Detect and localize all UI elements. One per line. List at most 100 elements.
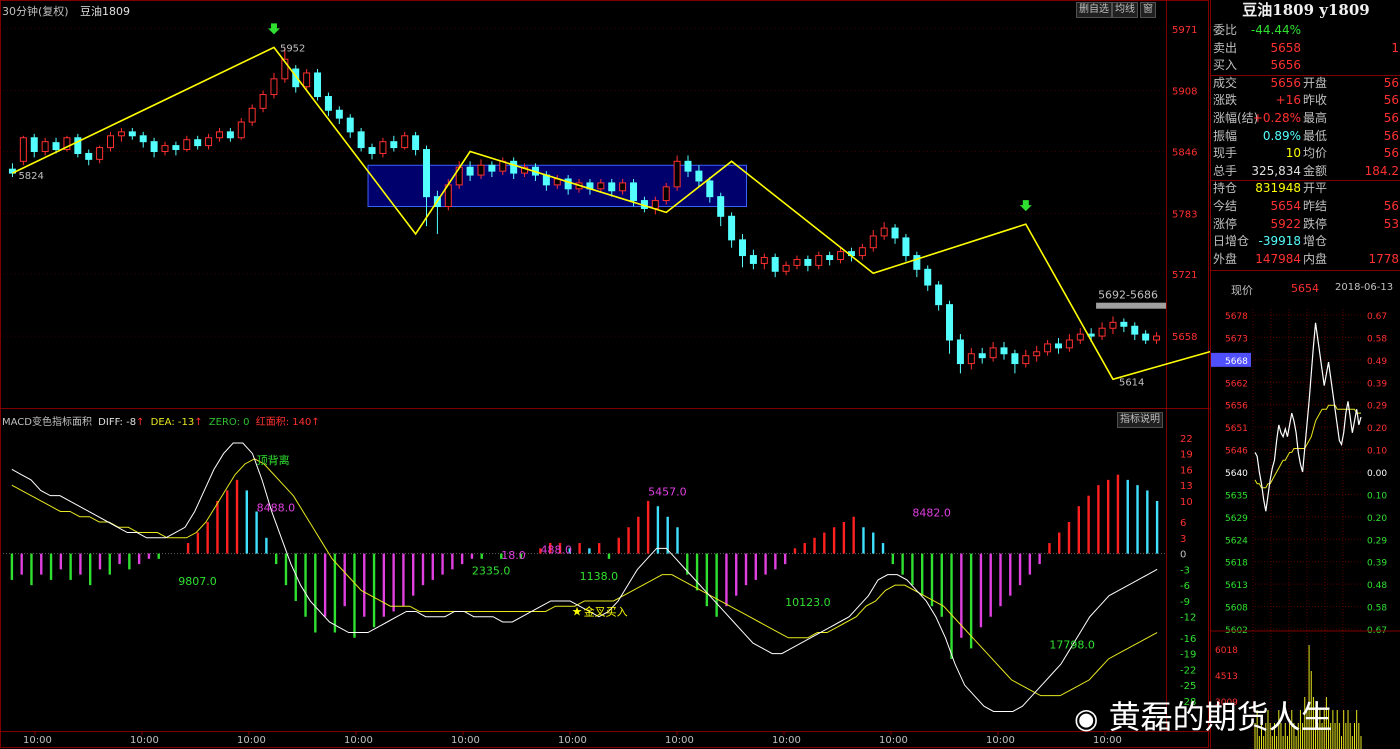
quote-field-value: 5658 [1270, 40, 1301, 55]
moving-average-button[interactable]: 均线 [1112, 2, 1138, 18]
candle [74, 133, 82, 158]
candle-body [891, 227, 899, 239]
candle-body [924, 268, 932, 286]
candle [913, 251, 921, 278]
candle-body [237, 121, 245, 139]
candle [150, 137, 158, 158]
candle [749, 249, 757, 270]
quote-field-value: 5656 [1270, 75, 1301, 90]
candle [324, 92, 332, 117]
swing-value-label: 5824 [18, 171, 43, 182]
candle-body [902, 237, 910, 257]
quote-field-label: 委比 [1213, 23, 1238, 37]
macd-tick-label: -16 [1180, 634, 1196, 645]
macd-tick-label: -22 [1180, 665, 1196, 676]
candle-body [85, 152, 93, 160]
candle-body [673, 160, 681, 188]
mini-right-tick: 0.48 [1367, 581, 1387, 591]
candle [215, 127, 223, 142]
candle [1153, 332, 1161, 344]
quote-row: 日增仓 -39918 增仓 [1211, 233, 1400, 250]
candle [1054, 338, 1062, 354]
macd-diff: DIFF: -8 [98, 417, 137, 428]
macd-tick-label: -9 [1180, 597, 1190, 608]
candle [717, 192, 725, 227]
quote-row: 现手 10 均价 56 [1211, 145, 1400, 162]
intraday-mini-chart[interactable]: 5678 5673 5668 5662 5656 5651 5646 5640 5635 5629… [1211, 309, 1400, 749]
mini-right-tick: 0.67 [1367, 312, 1387, 322]
quote-field-value-2: 56 [1383, 111, 1399, 125]
macd-header: MACD变色指标面积 DIFF: -8↑ DEA: -13↑ ZERO: 0 红… [2, 417, 320, 428]
chart-frame [0, 0, 1209, 748]
quote-field-label-2: 均价 [1303, 146, 1328, 161]
indicator-help-button[interactable]: 指标说明 [1117, 412, 1163, 428]
time-tick-label: 10:00 [130, 735, 159, 746]
candle [194, 135, 202, 150]
golden-cross-star-icon: ★ [572, 604, 583, 618]
macd-tick-label: 13 [1180, 481, 1193, 492]
candle-body [946, 304, 954, 341]
quote-field-value: 325,834 [1251, 163, 1301, 178]
macd-annotation: 9807.0 [178, 575, 217, 588]
candle [760, 253, 768, 270]
candle-body [205, 137, 213, 147]
candle [368, 143, 376, 160]
candle-body [368, 147, 376, 154]
candle [226, 127, 234, 142]
macd-tick-label: 10 [1180, 497, 1193, 508]
candle-body [107, 135, 115, 149]
candle [139, 131, 147, 148]
candle-body [913, 255, 921, 270]
candle [946, 300, 954, 354]
candle [1076, 328, 1084, 344]
watermark: ◉ 黄磊的期货人生 [1074, 692, 1333, 738]
candle-body [183, 139, 191, 151]
delete-favorite-button[interactable]: 删自选 [1076, 2, 1112, 18]
candle [270, 72, 278, 99]
candle [1044, 340, 1052, 356]
candle-body [1065, 339, 1073, 349]
time-tick-label: 10:00 [23, 735, 52, 746]
candle [1120, 318, 1128, 333]
candle-body [662, 186, 670, 202]
quote-field-value: 0.89% [1262, 128, 1301, 143]
candle [1000, 341, 1008, 360]
candle [41, 137, 49, 156]
candle [346, 114, 354, 138]
candle-body [1076, 333, 1084, 341]
quote-field-label: 买入 [1213, 58, 1238, 73]
candle-body [837, 251, 845, 260]
candle-body [1033, 351, 1041, 357]
sell-signal-icon [267, 23, 280, 35]
quote-field-label-2: 最低 [1303, 128, 1328, 143]
candle [793, 255, 801, 270]
candle-body [335, 109, 343, 119]
mini-right-tick: 0.49 [1367, 357, 1387, 367]
candle [117, 127, 125, 142]
quote-field-value-2: 184.2 [1364, 163, 1399, 178]
symbol-label: 豆油1809 [80, 5, 130, 18]
quote-row: 成交 5656 开盘 56 [1211, 75, 1400, 92]
candle [978, 347, 986, 364]
candle-body [684, 160, 692, 172]
candle [259, 90, 267, 113]
quote-field-value: +16 [1275, 93, 1301, 108]
macd-annotation: 5457.0 [648, 486, 687, 499]
candle-body [1011, 353, 1019, 365]
quote-panel: 豆油1809 y1809 委比 -44.44% 卖出 5658 1 买入 5656 成交 565… [1210, 0, 1400, 749]
candle [967, 347, 975, 370]
candle-body [869, 235, 877, 249]
candle [815, 251, 823, 270]
candle-body [858, 247, 866, 257]
mini-right-tick: 0.20 [1367, 424, 1387, 434]
mini-left-tick: 5624 [1225, 536, 1248, 546]
mini-right-tick: 0.58 [1367, 604, 1387, 614]
macd-tick-label: -19 [1180, 650, 1196, 661]
mini-left-tick: 5646 [1225, 447, 1248, 457]
candle-body [172, 145, 180, 151]
quote-field-value-2: 56 [1383, 93, 1399, 108]
candle [19, 135, 27, 166]
window-button[interactable]: 窗 [1140, 2, 1156, 18]
candle-body [619, 182, 627, 192]
main-chart[interactable]: 5971 5908 5846 5783 5721 5658 5692-5686 5952 5… [0, 0, 1210, 749]
